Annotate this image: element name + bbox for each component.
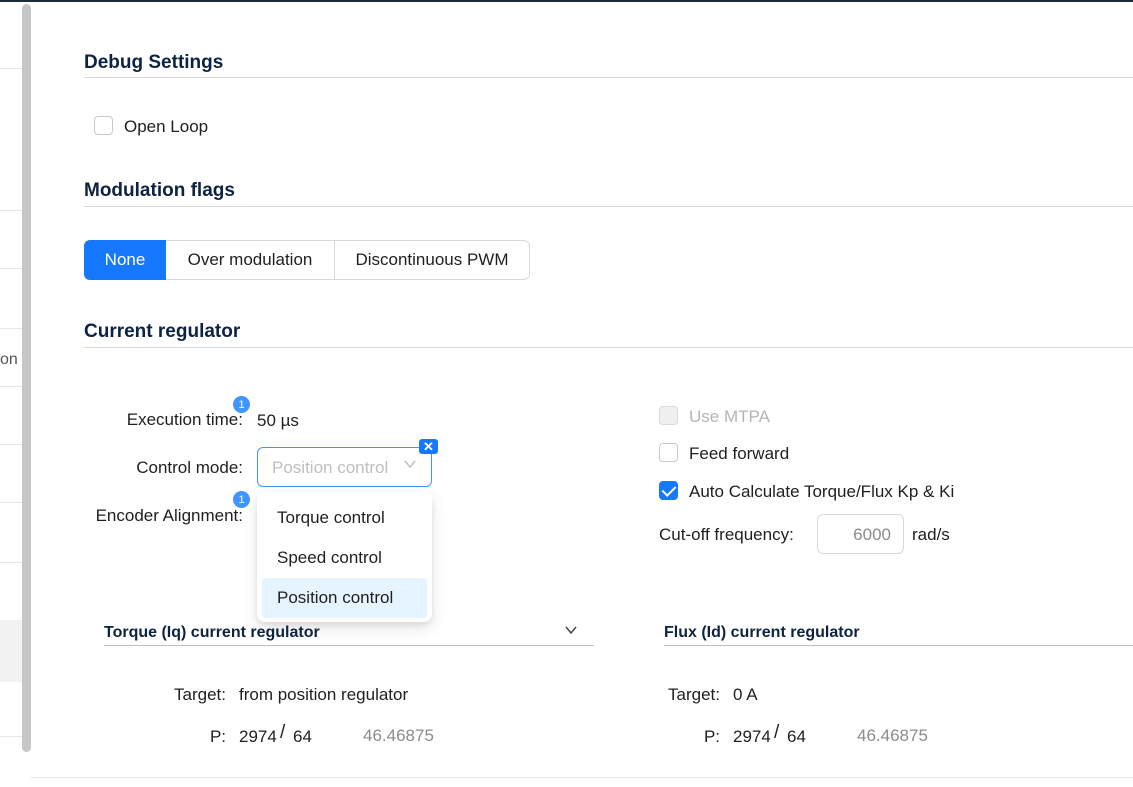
torque-target-value: from position regulator [239,685,409,704]
vertical-scrollbar[interactable] [22,4,31,752]
modulation-none-button[interactable]: None [84,240,166,280]
execution-time-label: Execution time: [126,410,243,429]
torque-regulator-title: Torque (Iq) current regulator [104,624,320,641]
left-divider [0,68,22,69]
torque-p-numerator: 2974 [239,727,277,746]
left-divider [0,502,22,503]
left-divider [0,444,22,445]
control-mode-select[interactable]: Position control [257,447,432,487]
feed-forward-checkbox[interactable] [659,443,678,462]
cutoff-frequency-unit: rad/s [912,525,950,544]
open-loop-label[interactable]: Open Loop [124,117,208,137]
torque-p-denominator: 64 [293,727,312,746]
chevron-down-icon [404,460,416,469]
torque-p-result: 46.46875 [363,726,434,745]
left-panel-shaded-item [0,620,22,682]
modulation-over-modulation-button[interactable]: Over modulation [166,240,335,280]
torque-target-label: Target: [174,685,226,704]
chevron-down-icon[interactable] [564,623,578,637]
torque-p-slash: / [280,722,286,743]
torque-p-label: P: [209,727,226,746]
current-regulator-title: Current regulator [84,321,241,342]
main-content: Debug Settings Open Loop Modulation flag… [31,2,1133,787]
left-panel-text-fragment: on [0,351,18,368]
left-divider [0,268,22,269]
flux-p-result: 46.46875 [857,726,928,745]
left-divider [0,328,22,329]
execution-time-value: 50 µs [257,411,299,430]
flux-regulator-title: Flux (Id) current regulator [664,624,860,641]
left-divider [0,562,22,563]
left-divider [0,386,22,387]
dropdown-option-torque-control[interactable]: Torque control [262,498,427,538]
control-mode-placeholder: Position control [272,458,389,477]
flux-target-value: 0 A [733,685,758,704]
close-icon[interactable]: ✕ [419,439,438,454]
dropdown-option-speed-control[interactable]: Speed control [262,538,427,578]
flux-target-label: Target: [668,685,720,704]
use-mtpa-label: Use MTPA [689,407,770,426]
auto-calculate-label[interactable]: Auto Calculate Torque/Flux Kp & Ki [689,482,954,502]
encoder-alignment-label: Encoder Alignment: [95,506,243,525]
flux-p-denominator: 64 [787,727,806,746]
section-divider [84,77,1133,78]
torque-panel-divider [104,645,594,646]
flux-p-numerator: 2974 [733,727,771,746]
control-mode-dropdown: Torque control Speed control Position co… [257,492,432,622]
left-divider [0,210,22,211]
bottom-divider [31,777,1133,778]
use-mtpa-checkbox[interactable] [659,406,678,425]
left-panel: on [0,2,22,787]
section-divider [84,206,1133,207]
dropdown-option-position-control[interactable]: Position control [262,578,427,618]
modulation-discontinuous-pwm-button[interactable]: Discontinuous PWM [334,240,530,280]
left-divider [0,736,22,737]
section-divider [84,347,1133,348]
control-mode-label: Control mode: [136,458,243,477]
debug-settings-title: Debug Settings [84,52,224,73]
cutoff-frequency-label: Cut-off frequency: [659,525,794,544]
modulation-flags-title: Modulation flags [84,180,235,201]
open-loop-checkbox[interactable] [94,116,113,135]
feed-forward-label[interactable]: Feed forward [689,444,789,464]
cutoff-frequency-input[interactable]: 6000 [817,514,904,554]
flux-p-label: P: [703,727,720,746]
flux-p-slash: / [774,722,780,743]
flux-panel-divider [664,645,1133,646]
auto-calculate-checkbox[interactable] [659,481,678,500]
